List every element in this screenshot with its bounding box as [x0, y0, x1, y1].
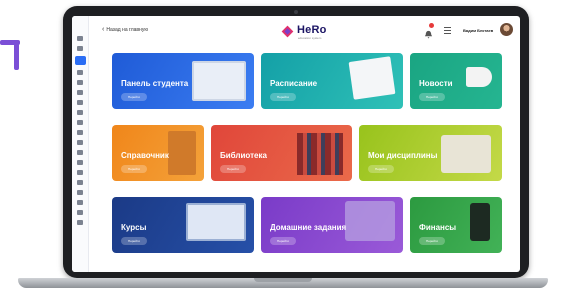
- user-avatar[interactable]: [500, 23, 513, 36]
- tile-go-button[interactable]: Перейти: [121, 165, 147, 173]
- document-icon[interactable]: [77, 170, 83, 175]
- tile-homework[interactable]: Домашние задания Перейти: [261, 197, 403, 253]
- tile-go-button[interactable]: Перейти: [419, 93, 445, 101]
- back-link-label: Назад на главную: [106, 27, 149, 33]
- laptop-frame: ‹ Назад на главную HeRo education system …: [63, 6, 529, 278]
- notification-badge: [429, 23, 434, 28]
- tile-label: Новости: [419, 79, 453, 88]
- notifications-button[interactable]: [424, 23, 434, 39]
- tile-my-disciplines[interactable]: Мои дисциплины Перейти: [359, 125, 502, 181]
- sidebar: [72, 16, 89, 272]
- settings-icon[interactable]: [77, 210, 83, 215]
- tile-go-button[interactable]: Перейти: [419, 237, 445, 245]
- menu-icon[interactable]: [77, 36, 83, 41]
- help-icon[interactable]: [77, 200, 83, 205]
- hamburger-menu-button[interactable]: [444, 27, 451, 34]
- tile-go-button[interactable]: Перейти: [270, 93, 296, 101]
- calendar-icon[interactable]: [77, 70, 83, 75]
- tile-finance[interactable]: Финансы Перейти: [410, 197, 502, 253]
- graduation-icon[interactable]: [77, 140, 83, 145]
- tile-student-panel[interactable]: Панель студента Перейти: [112, 53, 254, 109]
- tile-label: Справочник: [121, 151, 169, 160]
- chart-icon[interactable]: [77, 130, 83, 135]
- tile-label: Библиотека: [220, 151, 267, 160]
- tile-courses[interactable]: Курсы Перейти: [112, 197, 254, 253]
- tile-label: Курсы: [121, 223, 147, 232]
- tile-news[interactable]: Новости Перейти: [410, 53, 502, 109]
- tile-go-button[interactable]: Перейти: [220, 165, 246, 173]
- laptop-screen: ‹ Назад на главную HeRo education system …: [72, 16, 520, 272]
- star-icon[interactable]: [77, 190, 83, 195]
- news-icon[interactable]: [77, 80, 83, 85]
- tile-label: Мои дисциплины: [368, 151, 438, 160]
- task-icon[interactable]: [77, 150, 83, 155]
- webcam: [294, 10, 298, 14]
- documents-illustration: [441, 135, 491, 173]
- tile-label: Домашние задания: [270, 223, 347, 232]
- book-icon[interactable]: [77, 90, 83, 95]
- tile-go-button[interactable]: Перейти: [121, 237, 147, 245]
- books-illustration: [297, 133, 343, 175]
- folder-icon[interactable]: [77, 120, 83, 125]
- phone-illustration: [470, 203, 490, 241]
- tile-reference[interactable]: Справочник Перейти: [112, 125, 204, 181]
- logout-icon[interactable]: [77, 220, 83, 225]
- back-arrow-icon: ‹: [102, 26, 105, 33]
- back-link[interactable]: ‹ Назад на главную: [102, 26, 148, 33]
- laptop-hinge-notch: [254, 278, 312, 282]
- app-tagline: education system: [298, 36, 322, 40]
- drawer-illustration: [168, 131, 196, 175]
- calendar-illustration: [348, 56, 396, 100]
- tile-label: Панель студента: [121, 79, 189, 88]
- wallet-icon[interactable]: [77, 160, 83, 165]
- megaphone-illustration: [466, 67, 492, 87]
- chat-icon[interactable]: [77, 110, 83, 115]
- user-icon[interactable]: [77, 100, 83, 105]
- tile-label: Расписание: [270, 79, 318, 88]
- tile-schedule[interactable]: Расписание Перейти: [261, 53, 403, 109]
- dashboard-icon[interactable]: [74, 56, 86, 65]
- decorative-accent-mark: [0, 40, 22, 70]
- user-name[interactable]: Вадим Бектаев: [463, 28, 493, 33]
- monitor-illustration: [192, 61, 246, 101]
- tile-go-button[interactable]: Перейти: [270, 237, 296, 245]
- desk-illustration: [345, 201, 395, 241]
- bell-icon[interactable]: [77, 180, 83, 185]
- tile-label: Финансы: [419, 223, 457, 232]
- app-name: HeRo: [297, 24, 327, 36]
- logo-mark-icon: [281, 25, 294, 38]
- tile-go-button[interactable]: Перейти: [368, 165, 394, 173]
- tile-library[interactable]: Библиотека Перейти: [211, 125, 352, 181]
- bell-icon: [424, 30, 433, 39]
- home-icon[interactable]: [77, 46, 83, 51]
- tile-go-button[interactable]: Перейти: [121, 93, 147, 101]
- laptop-illustration: [186, 203, 246, 241]
- top-bar: ‹ Назад на главную HeRo education system …: [88, 16, 520, 50]
